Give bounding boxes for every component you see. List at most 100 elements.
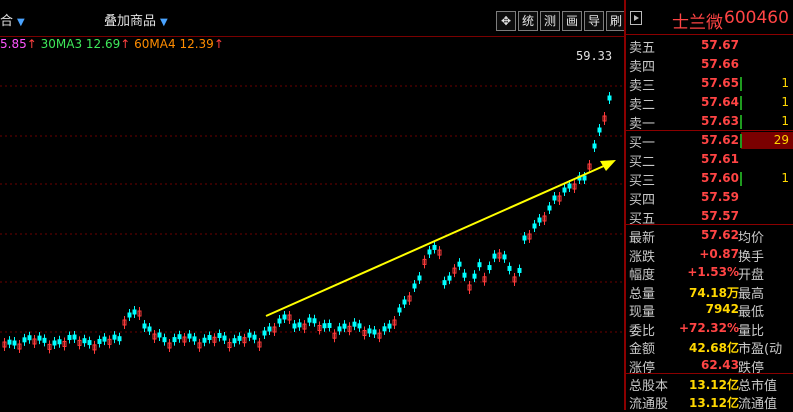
ask-level-5[interactable]: 卖五 57.67 [626, 36, 793, 56]
candle-body [222, 335, 227, 341]
candle-body [37, 335, 42, 341]
quote-row: 金额 42.68亿 市盈(动 [626, 337, 793, 357]
volume-bar [740, 134, 742, 148]
candle-body [127, 312, 132, 318]
level-price: 57.63 [701, 114, 739, 128]
level-label: 买三 [629, 174, 656, 189]
candlestick-chart[interactable]: 59.33 [0, 50, 624, 410]
level-label: 卖三 [629, 79, 656, 94]
candle-body [142, 323, 147, 329]
quote-label: 总量 [629, 286, 656, 302]
level-price: 57.65 [701, 76, 739, 90]
chevron-down-icon[interactable]: ▼ [17, 17, 25, 28]
quote-label: 幅度 [629, 268, 656, 283]
candle-body [597, 127, 602, 133]
bid-level-3[interactable]: 买三 57.60 1 [626, 169, 793, 189]
ma3-label: 30MA3 [40, 37, 83, 51]
candle-body [477, 262, 482, 268]
quote-label-2: 最低 [738, 305, 765, 320]
candle-body [22, 337, 27, 343]
level-price: 57.62 [701, 133, 739, 147]
candle-body [202, 337, 207, 343]
candle-body [327, 322, 332, 328]
move-icon[interactable]: ✥ [496, 11, 516, 31]
bid-level-2[interactable]: 买二 57.61 [626, 150, 793, 170]
ask-level-1[interactable]: 卖一 57.63 1 [626, 112, 793, 132]
quote-row: 涨跌 +0.87 换手 [626, 245, 793, 265]
candle-body [252, 334, 257, 340]
quote-value: 62.43 [701, 357, 739, 372]
volume-bar [740, 115, 742, 129]
candle-body [522, 235, 527, 241]
candle-body [267, 326, 272, 332]
level-label: 卖五 [629, 41, 656, 56]
quote-label-2: 开盘 [738, 268, 765, 283]
level-volume: 1 [781, 76, 789, 90]
quote-label-2: 最高 [738, 286, 765, 302]
ma-a-value: 5.85 [0, 37, 27, 51]
candle-body [537, 217, 542, 223]
measure-button[interactable]: 测 [540, 11, 560, 31]
candle-body [187, 333, 192, 339]
candle-body [102, 336, 107, 342]
candle-body [492, 253, 497, 259]
quote-label-2: 量比 [738, 323, 765, 339]
quote-value: 42.68亿 [689, 341, 739, 355]
candle-body [382, 326, 387, 332]
quote-value: +1.53% [687, 265, 739, 279]
candles [2, 92, 612, 354]
candle-body [487, 265, 492, 271]
candle-body [237, 335, 242, 341]
quote-label: 现量 [629, 305, 656, 320]
candle-body [117, 336, 122, 342]
quote-label-2: 均价 [738, 231, 765, 246]
overlay-dropdown[interactable]: 叠加商品 ▼ [104, 10, 168, 29]
quote-value: 7942 [705, 302, 739, 316]
stock-header: 士兰微 600460 [626, 6, 793, 33]
bid-level-1[interactable]: 买一 57.62 29 [626, 131, 793, 151]
collapse-icon[interactable] [630, 11, 642, 25]
candle-body [307, 317, 312, 323]
bid-level-4[interactable]: 买四 57.59 [626, 188, 793, 208]
candle-body [112, 334, 117, 340]
candle-body [447, 275, 452, 281]
volume-bar [740, 172, 742, 186]
candle-body [52, 340, 57, 346]
capital-value: 13.12亿 [689, 396, 739, 410]
level-price: 57.64 [701, 95, 739, 109]
candle-body [147, 326, 152, 332]
candle-body [322, 323, 327, 329]
candle-body [217, 333, 222, 339]
candle-body [427, 249, 432, 255]
ask-level-3[interactable]: 卖三 57.65 1 [626, 74, 793, 94]
candle-body [367, 328, 372, 334]
candle-body [162, 337, 167, 343]
ma-legend: 5.85↑ 30MA3 12.69↑ 60MA4 12.39↑ [0, 37, 224, 51]
draw-button[interactable]: 画 [562, 11, 582, 31]
level-label: 买一 [629, 136, 656, 151]
ask-level-4[interactable]: 卖四 57.66 [626, 55, 793, 75]
capital-row: 流通股 13.12亿 流通值 [626, 392, 793, 412]
candle-body [192, 336, 197, 342]
level-volume: 1 [781, 95, 789, 109]
candle-body [232, 338, 237, 344]
stats-button[interactable]: 统 [518, 11, 538, 31]
chevron-down-icon[interactable]: ▼ [160, 17, 168, 28]
level-volume: 1 [781, 114, 789, 128]
ask-level-2[interactable]: 卖二 57.64 1 [626, 93, 793, 113]
toolbar-left-label[interactable]: 合 ▼ [0, 10, 25, 29]
trend-arrow [265, 160, 616, 317]
quote-value: +0.87 [699, 246, 739, 261]
candle-body [417, 275, 422, 281]
candle-body [207, 335, 212, 341]
quote-row: 现量 7942 最低 [626, 300, 793, 320]
refresh-button[interactable]: 刷 [606, 11, 626, 31]
candle-body [42, 337, 47, 343]
candle-body [582, 175, 587, 181]
candle-body [312, 318, 317, 324]
candle-body [507, 265, 512, 271]
quote-value: 57.62 [701, 228, 739, 242]
candle-body [547, 205, 552, 211]
high-price-label: 59.33 [576, 50, 612, 63]
export-button[interactable]: 导 [584, 11, 604, 31]
